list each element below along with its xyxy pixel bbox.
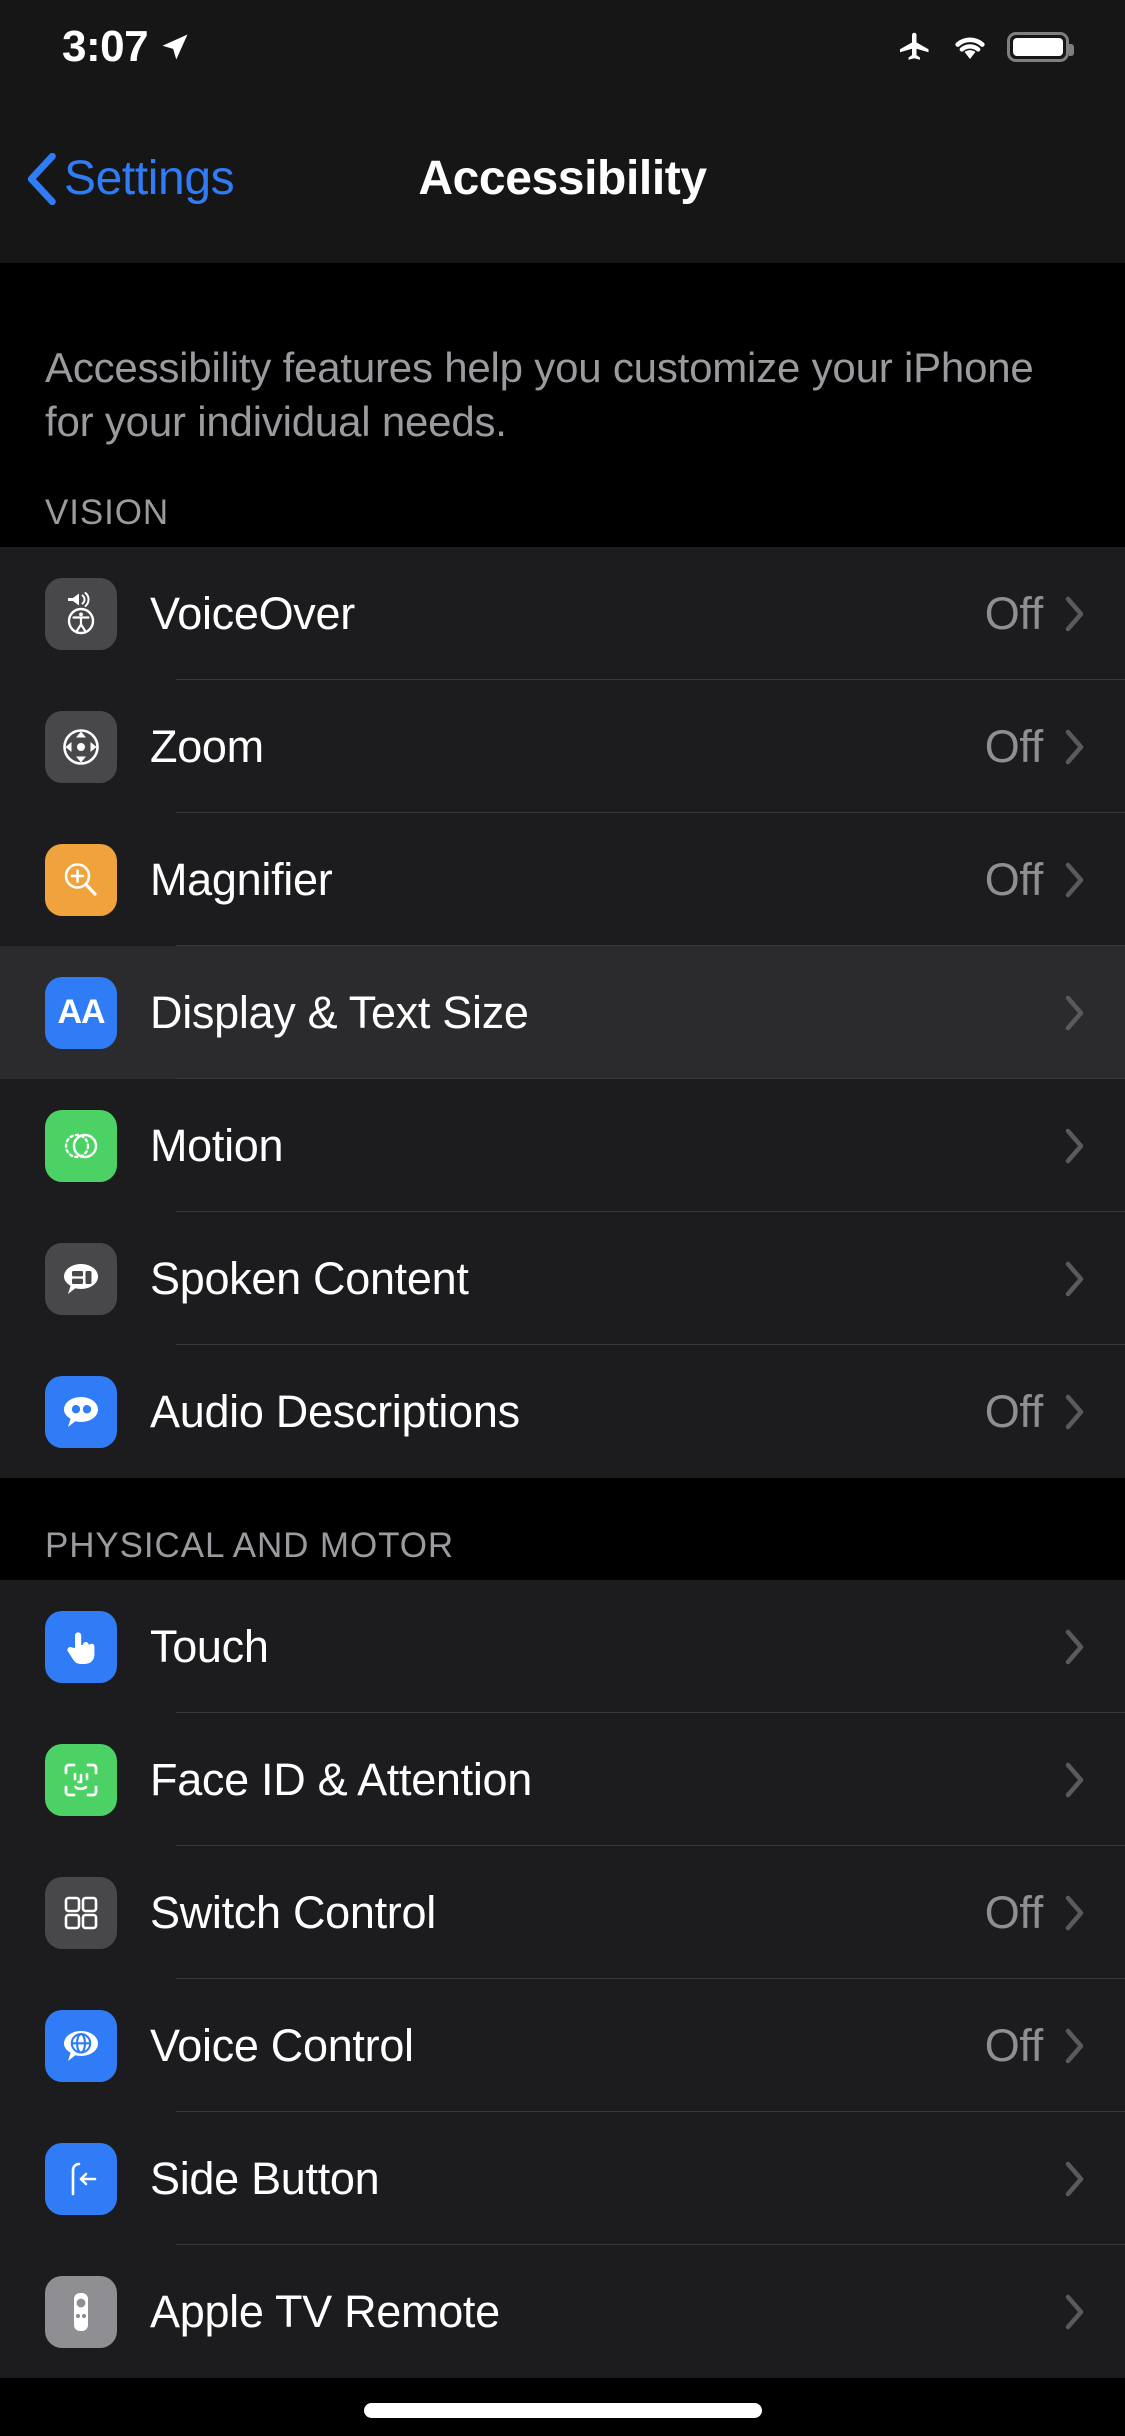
row-label: Voice Control — [150, 2019, 414, 2071]
row-display-and-text-size[interactable]: AA Display & Text Size — [0, 946, 1125, 1080]
row-audio-descriptions[interactable]: Audio Descriptions Off — [0, 1345, 1125, 1479]
motion-icon — [45, 1109, 117, 1182]
row-label: Side Button — [150, 2152, 380, 2204]
chevron-right-icon — [1065, 2294, 1084, 2330]
row-label: Switch Control — [150, 1886, 436, 1938]
side-button-icon — [45, 2142, 117, 2215]
status-bar-right — [897, 29, 1074, 65]
row-side-button[interactable]: Side Button — [0, 2112, 1125, 2246]
row-label: Audio Descriptions — [150, 1385, 520, 1437]
row-spoken-content[interactable]: Spoken Content — [0, 1212, 1125, 1346]
iphone-screen: 3:07 Settings Accessibility Accessibilit… — [0, 0, 1125, 2436]
chevron-right-icon — [1065, 1895, 1084, 1931]
chevron-right-icon — [1065, 729, 1084, 765]
magnifier-icon — [45, 843, 117, 916]
apple-tv-remote-icon — [45, 2275, 117, 2348]
zoom-icon — [45, 710, 117, 783]
row-label: VoiceOver — [150, 587, 355, 639]
chevron-right-icon — [1065, 2161, 1084, 2197]
location-arrow-icon — [160, 32, 190, 62]
wifi-icon — [951, 32, 989, 62]
row-label: Zoom — [150, 720, 264, 772]
chevron-right-icon — [1065, 2028, 1084, 2064]
row-touch[interactable]: Touch — [0, 1580, 1125, 1714]
row-value: Off — [984, 1886, 1044, 1938]
audio-descriptions-icon — [45, 1375, 117, 1448]
display-text-size-icon: AA — [45, 976, 117, 1049]
chevron-right-icon — [1065, 1261, 1084, 1297]
chevron-right-icon — [1065, 995, 1084, 1031]
battery-icon — [1007, 32, 1074, 62]
page-title: Accessibility — [418, 152, 707, 205]
row-zoom[interactable]: Zoom Off — [0, 680, 1125, 814]
accessibility-description: Accessibility features help you customiz… — [45, 344, 1034, 446]
row-label: Touch — [150, 1620, 269, 1672]
row-label: Display & Text Size — [150, 986, 529, 1038]
section-header-vision: VISION — [45, 493, 170, 533]
touch-icon — [45, 1610, 117, 1683]
row-voiceover[interactable]: VoiceOver Off — [0, 547, 1125, 681]
physical-and-motor-group: Touch Face ID & Attention Switch Control… — [0, 1580, 1125, 2379]
spoken-content-icon — [45, 1242, 117, 1315]
row-motion[interactable]: Motion — [0, 1079, 1125, 1213]
row-face-id-and-attention[interactable]: Face ID & Attention — [0, 1713, 1125, 1847]
row-value: Off — [984, 720, 1044, 772]
chevron-right-icon — [1065, 1629, 1084, 1665]
row-value: Off — [984, 853, 1044, 905]
home-indicator[interactable] — [363, 2403, 762, 2418]
chevron-right-icon — [1065, 1762, 1084, 1798]
switch-control-icon — [45, 1876, 117, 1949]
row-value: Off — [984, 2019, 1044, 2071]
voice-control-icon — [45, 2009, 117, 2082]
status-bar: 3:07 — [0, 0, 1125, 94]
status-bar-clock: 3:07 — [62, 22, 149, 71]
row-voice-control[interactable]: Voice Control Off — [0, 1979, 1125, 2113]
row-value: Off — [984, 587, 1044, 639]
vision-group: VoiceOver Off Zoom Off Magnifier Off AA … — [0, 547, 1125, 1479]
row-label: Spoken Content — [150, 1252, 469, 1304]
airplane-mode-icon — [897, 29, 933, 65]
display-text-size-icon-label: AA — [57, 993, 105, 1032]
row-label: Motion — [150, 1119, 284, 1171]
row-switch-control[interactable]: Switch Control Off — [0, 1846, 1125, 1980]
battery-level-fill — [1013, 38, 1063, 56]
row-label: Magnifier — [150, 853, 333, 905]
row-value: Off — [984, 1385, 1044, 1437]
voiceover-icon — [45, 577, 117, 650]
chevron-right-icon — [1065, 1394, 1084, 1430]
face-id-icon — [45, 1743, 117, 1816]
row-label: Face ID & Attention — [150, 1753, 533, 1805]
row-apple-tv-remote[interactable]: Apple TV Remote — [0, 2245, 1125, 2379]
status-bar-left: 3:07 — [62, 22, 190, 72]
chevron-right-icon — [1065, 596, 1084, 632]
row-magnifier[interactable]: Magnifier Off — [0, 813, 1125, 947]
settings-scroll-view[interactable]: Accessibility features help you customiz… — [0, 263, 1125, 2436]
chevron-right-icon — [1065, 862, 1084, 898]
chevron-right-icon — [1065, 1128, 1084, 1164]
section-header-physical-and-motor: PHYSICAL AND MOTOR — [45, 1526, 455, 1566]
row-label: Apple TV Remote — [150, 2285, 500, 2337]
navigation-bar: Settings Accessibility — [0, 94, 1125, 263]
